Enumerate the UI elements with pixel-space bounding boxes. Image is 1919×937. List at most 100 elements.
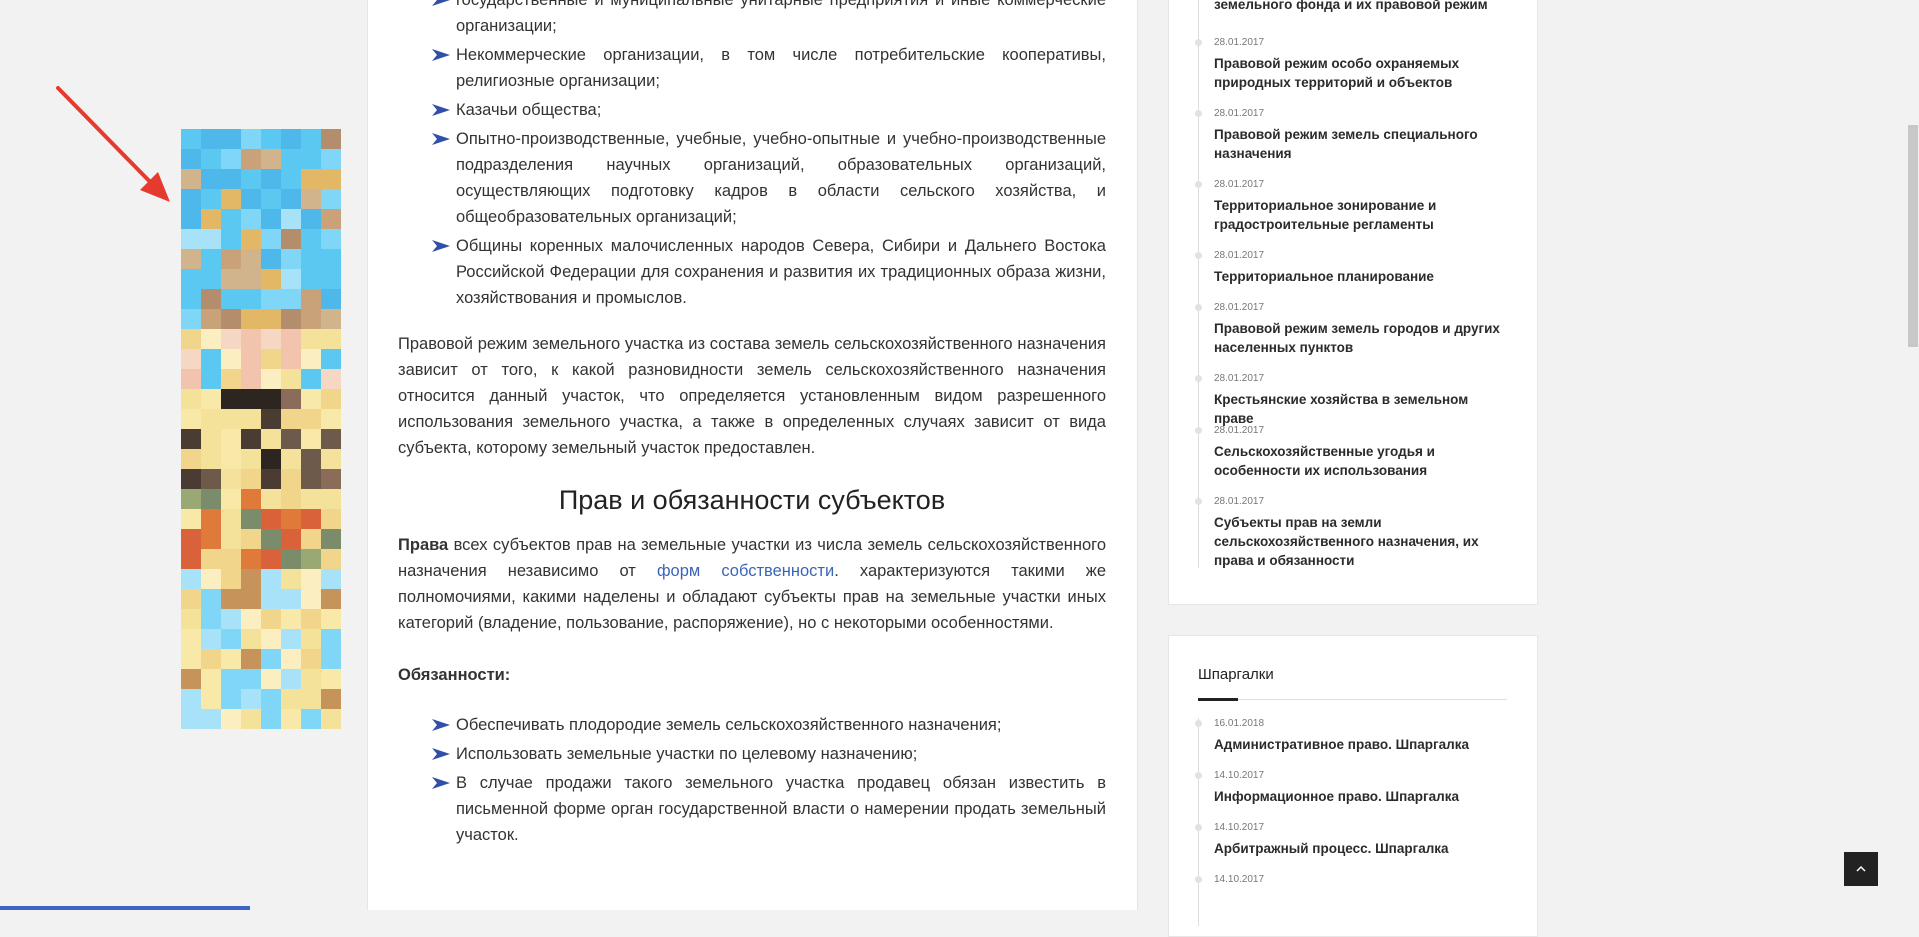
article-date: 28.01.2017 (1214, 179, 1265, 190)
ad-mosaic-pixel (321, 469, 341, 489)
article-link[interactable]: Территориальное планирование (1214, 267, 1509, 286)
section-heading: Прав и обязанности субъектов (558, 485, 946, 515)
article-link[interactable]: Территориальное зонирование и градострои… (1214, 196, 1509, 234)
article-link[interactable]: Крестьянские хозяйства в земельном праве (1214, 390, 1509, 428)
ad-mosaic-pixel (261, 209, 281, 229)
ad-mosaic-pixel (321, 129, 341, 149)
ad-mosaic-pixel (181, 589, 201, 609)
ad-mosaic-pixel (181, 229, 201, 249)
ad-mosaic-pixel (281, 389, 301, 409)
ad-mosaic-pixel (281, 329, 301, 349)
article-link[interactable]: Правовой режим земель специального назна… (1214, 125, 1509, 163)
ad-mosaic-pixel (221, 189, 241, 209)
list-item[interactable]: 14.10.2017 Информационное право. Шпаргал… (1195, 770, 1509, 822)
ad-mosaic-pixel (321, 369, 341, 389)
ad-mosaic-pixel (221, 649, 241, 669)
list-item[interactable]: 28.01.2017 Крестьянские хозяйства в земе… (1195, 373, 1509, 428)
ad-mosaic-pixel (181, 389, 201, 409)
ad-mosaic-pixel (221, 369, 241, 389)
ad-mosaic-pixel (201, 369, 221, 389)
ad-mosaic-pixel (181, 429, 201, 449)
ad-mosaic-pixel (181, 169, 201, 189)
ownership-forms-link[interactable]: форм собственности (657, 562, 834, 580)
ad-mosaic-pixel (241, 209, 261, 229)
ad-mosaic-pixel (261, 329, 281, 349)
article-date: 28.01.2017 (1214, 496, 1265, 507)
ad-mosaic-pixel (261, 649, 281, 669)
ad-mosaic-pixel (301, 389, 321, 409)
article-link[interactable]: земельного фонда и их правовой режим (1214, 0, 1509, 14)
ad-mosaic-pixel (321, 249, 341, 269)
list-item[interactable]: 28.01.2017 Правовой режим особо охраняем… (1195, 37, 1509, 108)
ad-mosaic-pixel (201, 529, 221, 549)
ad-mosaic-pixel (181, 469, 201, 489)
ad-mosaic-pixel (201, 409, 221, 429)
list-item[interactable]: 28.01.2017 Правовой режим земель специал… (1195, 108, 1509, 179)
cheat-sheets-widget: Шпаргалки 16.01.2018 Административное пр… (1168, 635, 1538, 937)
ad-mosaic-pixel (281, 189, 301, 209)
ad-mosaic-pixel (201, 229, 221, 249)
ad-mosaic-pixel (301, 309, 321, 329)
ad-mosaic-pixel (261, 169, 281, 189)
ad-mosaic-pixel (221, 549, 241, 569)
ad-mosaic-pixel (301, 489, 321, 509)
article-link[interactable]: Сельскохозяйственные угодья и особенност… (1214, 442, 1509, 480)
arrow-bullet-icon (432, 748, 450, 760)
ad-mosaic-pixel (281, 509, 301, 529)
article-content: государственные и муниципальные унитарны… (367, 0, 1138, 910)
article-link[interactable]: Субъекты прав на земли сельскохозяйствен… (1214, 513, 1509, 570)
ad-mosaic-pixel (321, 489, 341, 509)
ad-mosaic-pixel (281, 709, 301, 729)
ad-mosaic-pixel (241, 429, 261, 449)
article-link[interactable]: Информационное право. Шпаргалка (1214, 787, 1509, 806)
ad-mosaic-pixel (301, 249, 321, 269)
ad-mosaic-pixel (241, 589, 261, 609)
list-item: Казачьи общества; (432, 97, 1106, 123)
timeline-dot-icon (1195, 252, 1202, 259)
article-link[interactable]: Правовой режим земель городов и других н… (1214, 319, 1509, 357)
list-item[interactable]: 28.01.2017 Территориальное зонирование и… (1195, 179, 1509, 250)
ad-mosaic-pixel (281, 349, 301, 369)
ad-mosaic-pixel (201, 469, 221, 489)
article-link[interactable]: Арбитражный процесс. Шпаргалка (1214, 839, 1509, 858)
ad-mosaic-pixel (321, 189, 341, 209)
scroll-to-top-button[interactable] (1844, 852, 1878, 886)
article-link[interactable]: Правовой режим особо охраняемых природны… (1214, 54, 1509, 92)
ad-mosaic-pixel (281, 169, 301, 189)
list-item[interactable]: 14.10.2017 Арбитражный процесс. Шпаргалк… (1195, 822, 1509, 874)
ad-mosaic-pixel (281, 129, 301, 149)
ad-mosaic-pixel (281, 689, 301, 709)
list-item[interactable]: 28.01.2017 Правовой режим земель городов… (1195, 302, 1509, 373)
list-item[interactable]: 28.01.2017 Субъекты прав на земли сельск… (1195, 496, 1509, 570)
ad-mosaic-pixel (181, 289, 201, 309)
ad-mosaic-pixel (301, 229, 321, 249)
ad-mosaic-pixel (321, 349, 341, 369)
ad-mosaic-pixel (321, 209, 341, 229)
ad-mosaic-pixel (281, 529, 301, 549)
ad-mosaic-pixel (221, 609, 241, 629)
ad-mosaic-pixel (261, 309, 281, 329)
scrollbar-thumb[interactable] (1908, 125, 1918, 347)
ad-mosaic-pixel (201, 389, 221, 409)
list-item[interactable]: земельного фонда и их правовой режим (1199, 0, 1509, 37)
article-link[interactable]: Административное право. Шпаргалка (1214, 735, 1509, 754)
list-item[interactable]: 16.01.2018 Административное право. Шпарг… (1195, 718, 1509, 770)
ad-mosaic-pixel (201, 509, 221, 529)
ad-mosaic-pixel (241, 269, 261, 289)
ad-mosaic-pixel (281, 229, 301, 249)
ad-mosaic-pixel (261, 249, 281, 269)
rights-paragraph: Права всех субъектов прав на земельные у… (398, 532, 1106, 636)
duties-title: Обязанности: (398, 666, 511, 684)
list-item[interactable]: 28.01.2017 Территориальное планирование (1195, 250, 1509, 302)
ad-mosaic-pixel (321, 329, 341, 349)
ad-mosaic-pixel (281, 209, 301, 229)
ad-mosaic-pixel (281, 669, 301, 689)
ad-mosaic-pixel (281, 609, 301, 629)
timeline-dot-icon (1195, 39, 1202, 46)
ad-mosaic-pixel (281, 489, 301, 509)
ad-mosaic-pixel (321, 609, 341, 629)
list-item[interactable]: 14.10.2017 (1195, 874, 1509, 926)
list-item[interactable]: 28.01.2017 Сельскохозяйственные угодья и… (1195, 425, 1509, 496)
ad-mosaic-pixel (201, 629, 221, 649)
advertisement-image[interactable] (181, 129, 341, 733)
